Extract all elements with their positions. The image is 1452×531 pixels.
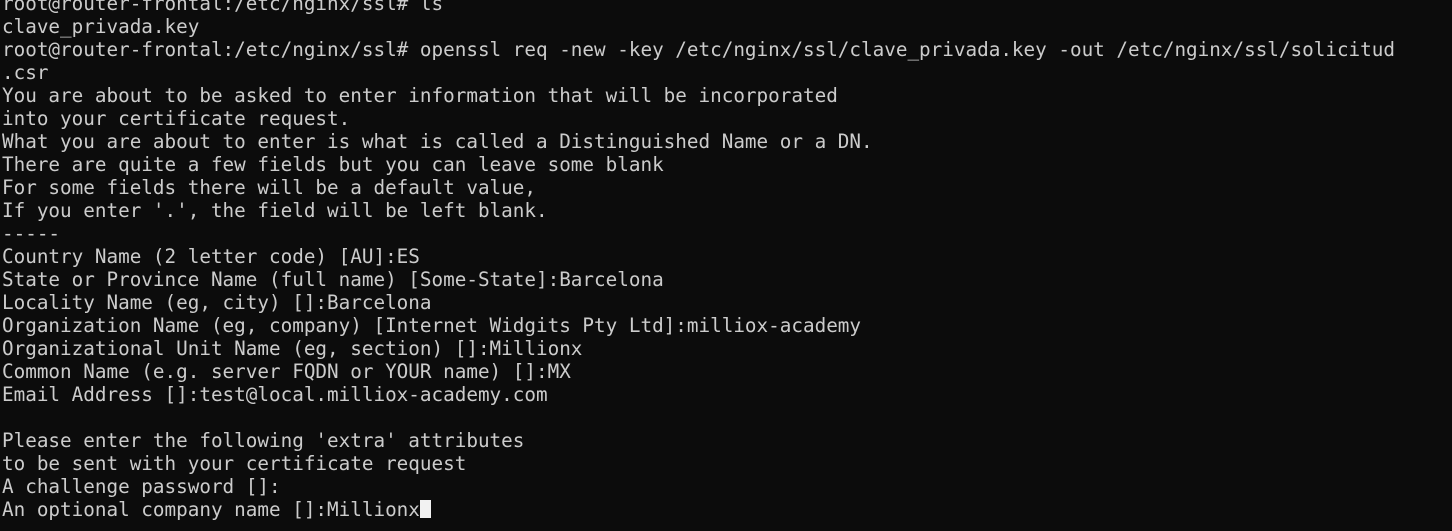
terminal-line: ----- (2, 222, 61, 245)
terminal-line: clave_privada.key (2, 15, 200, 38)
terminal-line: Please enter the following 'extra' attri… (2, 429, 525, 452)
terminal-line: Locality Name (eg, city) []:Barcelona (2, 291, 432, 314)
terminal-window[interactable]: root@router-frontal:/etc/nginx/ssl# ls c… (0, 0, 1452, 531)
terminal-line: Organizational Unit Name (eg, section) [… (2, 337, 583, 360)
terminal-line: Email Address []:test@local.milliox-acad… (2, 383, 548, 406)
terminal-line: You are about to be asked to enter infor… (2, 84, 838, 107)
terminal-line: There are quite a few fields but you can… (2, 153, 664, 176)
terminal-line: What you are about to enter is what is c… (2, 130, 873, 153)
terminal-line: Common Name (e.g. server FQDN or YOUR na… (2, 360, 571, 383)
terminal-line: Organization Name (eg, company) [Interne… (2, 314, 862, 337)
terminal-line: to be sent with your certificate request (2, 452, 467, 475)
terminal-line: .csr (2, 61, 49, 84)
terminal-line: A challenge password []: (2, 475, 281, 498)
terminal-line: root@router-frontal:/etc/nginx/ssl# ls (2, 0, 444, 15)
terminal-line: State or Province Name (full name) [Some… (2, 268, 664, 291)
text-cursor (419, 500, 431, 518)
terminal-line: For some fields there will be a default … (2, 176, 536, 199)
terminal-line: Country Name (2 letter code) [AU]:ES (2, 245, 420, 268)
terminal-input-line[interactable]: An optional company name []:Millionx (2, 498, 1395, 521)
terminal-line: into your certificate request. (2, 107, 351, 130)
terminal-line-text: An optional company name []:Millionx (2, 498, 420, 521)
terminal-output: root@router-frontal:/etc/nginx/ssl# ls c… (2, 0, 1395, 521)
terminal-line: root@router-frontal:/etc/nginx/ssl# open… (2, 38, 1395, 61)
terminal-line: If you enter '.', the field will be left… (2, 199, 548, 222)
